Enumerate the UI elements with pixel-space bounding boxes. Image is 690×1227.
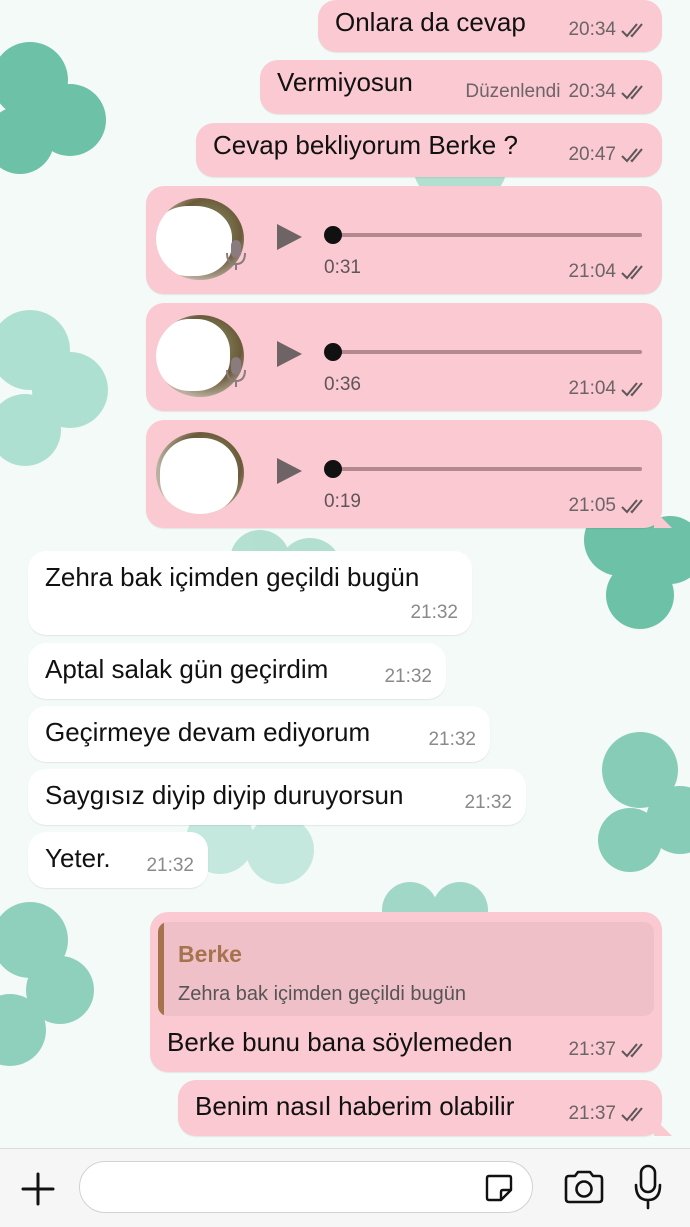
message-time: 20:47 [568, 144, 616, 165]
outgoing-message[interactable]: Onlara da cevap 20:34 [318, 0, 662, 52]
microphone-icon[interactable] [632, 1163, 664, 1211]
chat-message-list[interactable]: Onlara da cevap 20:34 Vermiyosun Düzenle… [0, 0, 690, 1148]
message-time: 21:04 [568, 261, 616, 282]
message-time: 21:05 [568, 495, 616, 516]
message-composer [0, 1148, 690, 1227]
incoming-message[interactable]: Aptal salak gün geçirdim 21:32 [28, 643, 446, 699]
message-meta: Düzenlendi 20:34 [465, 76, 648, 108]
message-time: 20:34 [568, 19, 616, 40]
message-time: 21:32 [428, 729, 476, 750]
voice-message[interactable]: 0:36 21:04 [146, 303, 662, 411]
message-time: 21:32 [146, 855, 194, 876]
read-receipt-icon [621, 1043, 643, 1058]
microphone-icon [226, 240, 246, 270]
playback-track[interactable] [326, 350, 642, 354]
message-text: Saygısız diyip diyip duruyorsun [45, 780, 404, 810]
play-icon[interactable] [274, 222, 304, 252]
bubble-tail [654, 510, 672, 528]
message-text: Yeter. [45, 843, 111, 873]
message-meta: 21:32 [428, 724, 476, 756]
quote-author: Berke [178, 941, 242, 967]
voice-message[interactable]: 0:19 21:05 [146, 420, 672, 528]
camera-icon[interactable] [562, 1169, 606, 1205]
message-time: 21:32 [464, 792, 512, 813]
voice-duration: 0:19 [324, 491, 361, 512]
read-receipt-icon [621, 1107, 643, 1122]
message-time: 21:37 [568, 1039, 616, 1060]
message-meta: 20:47 [568, 139, 648, 171]
message-meta: 21:32 [410, 597, 458, 629]
voice-duration: 0:36 [324, 374, 361, 395]
message-meta: 21:04 [568, 256, 648, 288]
sender-avatar [156, 432, 244, 514]
message-time: 21:04 [568, 378, 616, 399]
message-meta: 21:37 [568, 1034, 648, 1066]
incoming-message[interactable]: Saygısız diyip diyip duruyorsun 21:32 [28, 769, 526, 825]
message-text: Berke bunu bana söylemeden [167, 1027, 513, 1057]
play-icon[interactable] [274, 456, 304, 486]
message-input[interactable] [98, 1170, 478, 1204]
message-meta: 21:32 [146, 850, 194, 882]
incoming-message[interactable]: Zehra bak içimden geçildi bugün 21:32 [28, 551, 472, 635]
message-text: Zehra bak içimden geçildi bugün [45, 562, 420, 592]
message-text: Cevap bekliyorum Berke ? [213, 130, 518, 160]
read-receipt-icon [621, 499, 643, 514]
message-meta: 21:32 [464, 787, 512, 819]
message-meta: 21:32 [384, 661, 432, 693]
playback-knob[interactable] [324, 226, 342, 244]
message-text: Benim nasıl haberim olabilir [195, 1091, 515, 1121]
message-text: Geçirmeye devam ediyorum [45, 717, 371, 747]
quote-accent-bar [158, 922, 164, 1016]
voice-duration: 0:31 [324, 257, 361, 278]
bubble-tail [654, 1118, 672, 1136]
message-time: 21:37 [568, 1103, 616, 1124]
message-time: 20:34 [568, 81, 616, 102]
message-meta: 21:05 [568, 490, 648, 522]
message-text: Onlara da cevap [335, 7, 526, 37]
incoming-message[interactable]: Yeter. 21:32 [28, 832, 208, 888]
read-receipt-icon [621, 85, 643, 100]
voice-message[interactable]: 0:31 21:04 [146, 186, 662, 294]
message-meta: 21:37 [568, 1098, 648, 1130]
message-text: Vermiyosun [277, 67, 413, 97]
read-receipt-icon [621, 265, 643, 280]
playback-track[interactable] [326, 233, 642, 237]
read-receipt-icon [621, 23, 643, 38]
read-receipt-icon [621, 382, 643, 397]
message-meta: 20:34 [568, 14, 648, 46]
plus-icon[interactable] [20, 1171, 56, 1207]
message-time: 21:32 [410, 602, 458, 623]
edited-label: Düzenlendi [465, 81, 561, 102]
outgoing-message[interactable]: Vermiyosun Düzenlendi 20:34 [260, 60, 662, 114]
message-input-field[interactable] [79, 1161, 533, 1213]
incoming-message[interactable]: Geçirmeye devam ediyorum 21:32 [28, 706, 490, 762]
quote-text: Zehra bak içimden geçildi bugün [178, 983, 466, 1005]
play-icon[interactable] [274, 339, 304, 369]
outgoing-message[interactable]: Cevap bekliyorum Berke ? 20:47 [196, 123, 662, 177]
microphone-icon [226, 357, 246, 387]
playback-knob[interactable] [324, 343, 342, 361]
sticker-icon[interactable] [484, 1173, 514, 1203]
outgoing-reply-message[interactable]: Berke Zehra bak içimden geçildi bugün Be… [150, 912, 662, 1072]
read-receipt-icon [621, 148, 643, 163]
quoted-message[interactable]: Berke Zehra bak içimden geçildi bugün [158, 922, 654, 1016]
message-time: 21:32 [384, 666, 432, 687]
playback-knob[interactable] [324, 460, 342, 478]
outgoing-message[interactable]: Benim nasıl haberim olabilir 21:37 [178, 1080, 672, 1136]
message-text: Aptal salak gün geçirdim [45, 654, 329, 684]
playback-track[interactable] [326, 467, 642, 471]
message-meta: 21:04 [568, 373, 648, 405]
